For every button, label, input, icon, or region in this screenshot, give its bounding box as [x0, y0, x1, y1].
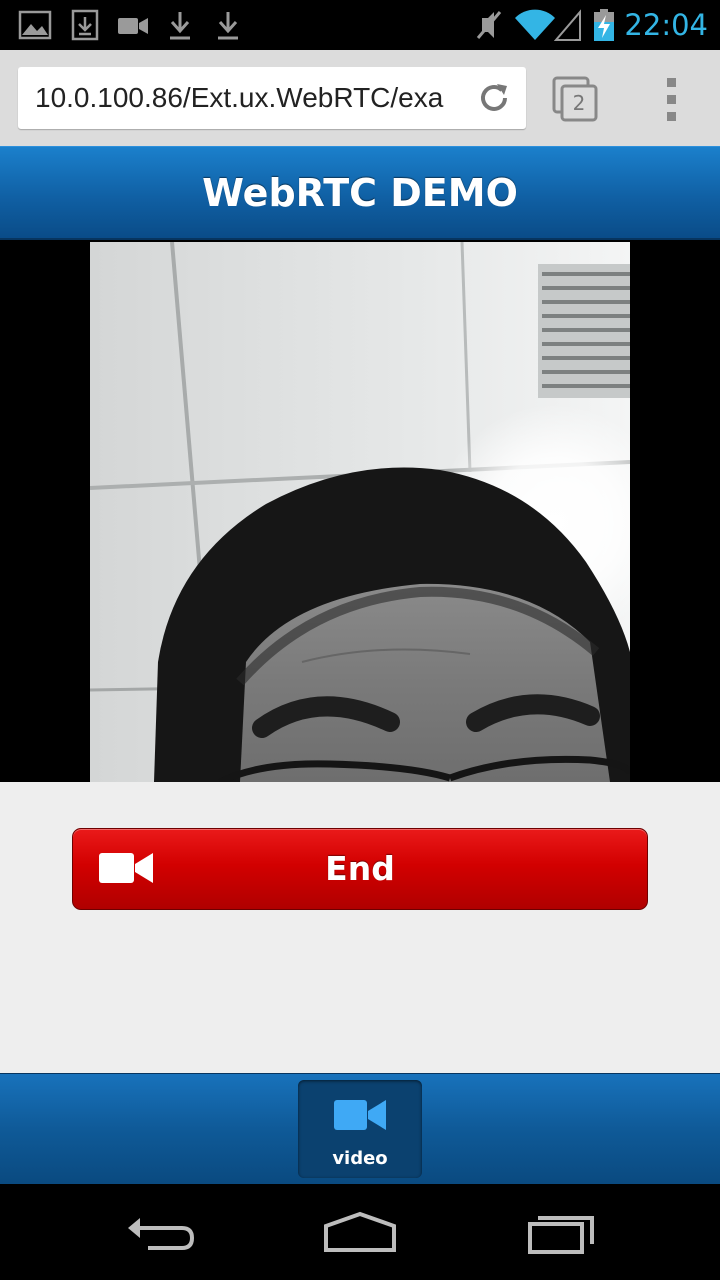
recent-apps-icon[interactable]	[520, 1206, 600, 1258]
tab-video-label: video	[332, 1148, 388, 1169]
video-camera-icon	[118, 18, 148, 34]
camera-feed	[90, 242, 630, 782]
end-button-label: End	[325, 849, 395, 888]
image-icon	[18, 10, 52, 40]
end-call-button[interactable]: End	[72, 828, 648, 910]
video-camera-icon	[334, 1100, 386, 1130]
tab-bar: video	[0, 1073, 720, 1184]
download-icon	[170, 12, 190, 40]
battery-charging-icon	[594, 9, 614, 41]
app-titlebar: WebRTC DEMO	[0, 146, 720, 240]
browser-toolbar: 10.0.100.86/Ext.ux.WebRTC/exa 2	[0, 50, 720, 147]
video-area	[0, 240, 720, 782]
tabs-button[interactable]: 2	[550, 74, 602, 126]
wifi-icon	[515, 9, 555, 40]
status-bar: 22:04	[0, 0, 720, 50]
camera-feed-image	[90, 242, 630, 782]
overflow-menu-icon[interactable]	[652, 74, 692, 126]
url-text: 10.0.100.86/Ext.ux.WebRTC/exa	[35, 82, 444, 113]
back-icon[interactable]	[120, 1206, 200, 1258]
home-icon[interactable]	[320, 1206, 400, 1258]
url-field[interactable]: 10.0.100.86/Ext.ux.WebRTC/exa	[18, 67, 526, 129]
mute-icon	[476, 11, 502, 39]
clock: 22:04	[624, 8, 708, 42]
tab-count: 2	[572, 91, 586, 115]
tab-video[interactable]: video	[298, 1080, 422, 1178]
download-box-icon	[71, 9, 99, 41]
reload-icon[interactable]	[476, 80, 512, 116]
page-title: WebRTC DEMO	[202, 171, 518, 215]
download-icon	[218, 12, 238, 40]
system-nav-bar	[0, 1184, 720, 1280]
signal-icon	[554, 9, 581, 41]
